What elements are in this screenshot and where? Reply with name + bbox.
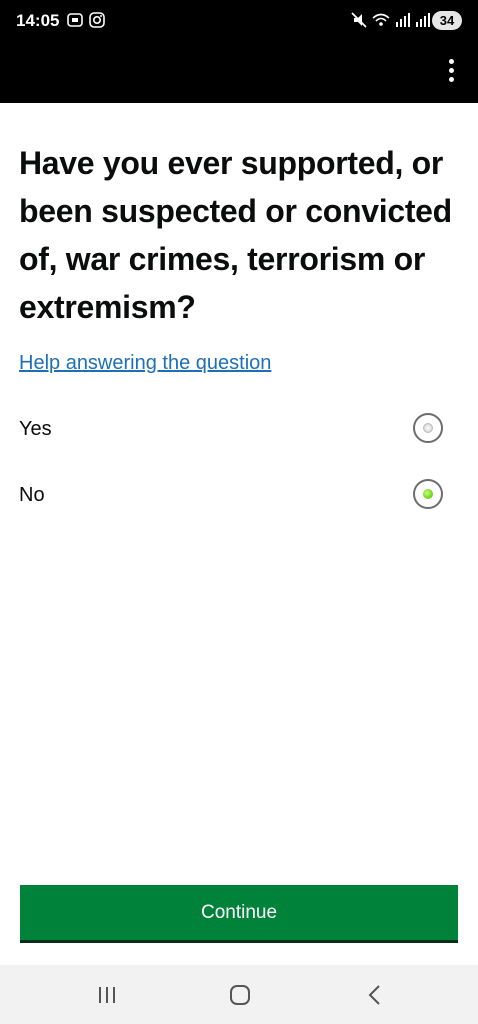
option-no[interactable]: No bbox=[0, 471, 478, 521]
back-icon[interactable] bbox=[360, 981, 390, 1009]
page-title: Have you ever supported, or been suspect… bbox=[19, 145, 452, 325]
continue-button[interactable]: Continue bbox=[20, 885, 458, 943]
signal-icon bbox=[416, 13, 430, 27]
screenshot-icon bbox=[67, 13, 83, 27]
help-link[interactable]: Help answering the question bbox=[19, 352, 271, 375]
home-icon[interactable] bbox=[225, 981, 255, 1009]
question-page: Have you ever supported, or been suspect… bbox=[0, 103, 478, 965]
instagram-icon bbox=[89, 12, 105, 28]
navigation-bar bbox=[0, 965, 478, 1024]
app-bar bbox=[0, 44, 478, 103]
wifi-icon bbox=[372, 13, 390, 26]
signal-icon bbox=[396, 13, 410, 27]
radio-no[interactable] bbox=[413, 479, 443, 509]
recent-apps-icon[interactable] bbox=[92, 981, 122, 1009]
mute-icon bbox=[351, 12, 367, 28]
option-yes[interactable]: Yes bbox=[0, 405, 478, 455]
status-time: 14:05 bbox=[16, 11, 60, 30]
battery-indicator: 34 bbox=[432, 11, 462, 30]
status-bar: 14:05 34 bbox=[0, 0, 478, 44]
more-vertical-icon[interactable] bbox=[444, 56, 458, 86]
option-label: No bbox=[19, 484, 45, 506]
option-label: Yes bbox=[19, 418, 52, 440]
radio-yes[interactable] bbox=[413, 413, 443, 443]
